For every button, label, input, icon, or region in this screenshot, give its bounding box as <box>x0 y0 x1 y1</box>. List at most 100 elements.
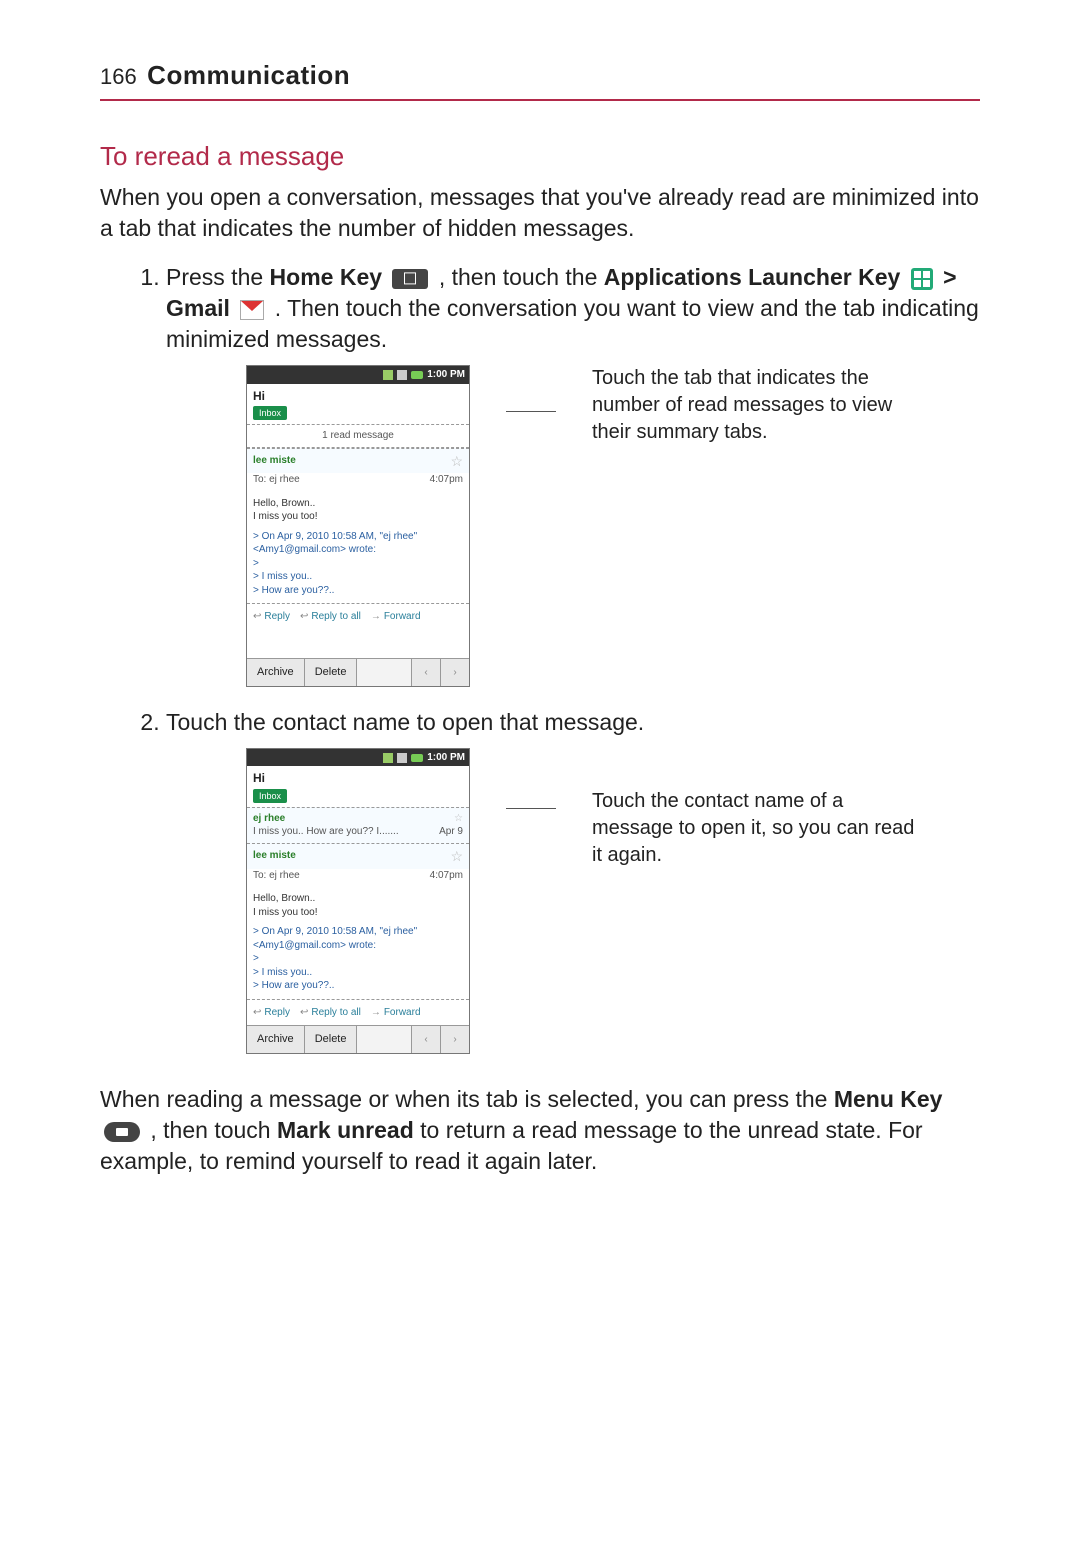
reply-all-icon: ↩ <box>300 610 308 624</box>
reply-all-button[interactable]: ↩Reply to all <box>300 610 361 624</box>
home-key-label: Home Key <box>270 264 382 290</box>
to-line: To: ej rhee 4:07pm <box>247 869 469 887</box>
signal-icon <box>397 370 407 380</box>
msg-time: 4:07pm <box>430 473 463 487</box>
step1-text-c: . Then touch the conversation you want t… <box>166 295 979 352</box>
quote-l2: > How are you??.. <box>253 979 463 993</box>
bottom-bar: Archive Delete ‹ › <box>247 1025 469 1053</box>
quote-l1: > I miss you.. <box>253 966 463 980</box>
prev-button[interactable]: ‹ <box>411 1026 440 1053</box>
quote-l1: > I miss you.. <box>253 570 463 584</box>
reply-icon: ↩ <box>253 610 261 624</box>
contact-preview: I miss you.. How are you?? I....... <box>253 825 399 839</box>
reply-button[interactable]: ↩Reply <box>253 1006 290 1020</box>
signal-icon <box>397 753 407 763</box>
to-label: To: ej rhee <box>253 473 300 487</box>
reply-all-icon: ↩ <box>300 1006 308 1020</box>
quote-intro: > On Apr 9, 2010 10:58 AM, "ej rhee" <Am… <box>253 925 463 952</box>
quoted-block: > On Apr 9, 2010 10:58 AM, "ej rhee" <Am… <box>253 925 463 993</box>
star-icon[interactable]: ☆ <box>450 847 463 866</box>
phone-screenshot-2: 1:00 PM Hi Inbox ej rhee ☆ I miss you.. … <box>246 748 470 1054</box>
body-line-1: Hello, Brown.. <box>253 892 463 906</box>
contact-row[interactable]: ej rhee ☆ I miss you.. How are you?? I..… <box>247 807 469 843</box>
sender-name: lee miste <box>253 454 296 468</box>
step1-text-b: , then touch the <box>439 264 604 290</box>
section-title: To reread a message <box>100 141 980 172</box>
mark-unread-label: Mark unread <box>277 1117 414 1143</box>
thread-title: Hi <box>247 766 469 788</box>
body-line-2: I miss you too! <box>253 510 463 524</box>
gt-sep: > <box>943 264 956 290</box>
inbox-label: Inbox <box>253 406 287 420</box>
status-icon <box>383 753 393 763</box>
contact-name: ej rhee <box>253 812 285 826</box>
status-time: 1:00 PM <box>427 368 465 382</box>
callout-2: Touch the contact name of a message to o… <box>592 788 922 869</box>
bottom-bar: Archive Delete ‹ › <box>247 658 469 686</box>
forward-button[interactable]: →Forward <box>371 1006 421 1020</box>
body-line-2: I miss you too! <box>253 906 463 920</box>
closing-a: When reading a message or when its tab i… <box>100 1086 834 1112</box>
reply-all-button[interactable]: ↩Reply to all <box>300 1006 361 1020</box>
forward-button[interactable]: →Forward <box>371 610 421 624</box>
read-messages-tab[interactable]: 1 read message <box>247 424 469 448</box>
figure-1: 1:00 PM Hi Inbox 1 read message lee mist… <box>246 365 980 687</box>
phone-screenshot-1: 1:00 PM Hi Inbox 1 read message lee mist… <box>246 365 470 687</box>
callout-leader-2 <box>506 808 556 809</box>
status-bar: 1:00 PM <box>247 366 469 384</box>
reply-bar: ↩Reply ↩Reply to all →Forward <box>247 999 469 1026</box>
message-header[interactable]: lee miste ☆ <box>247 843 469 869</box>
step1-text-a: Press the <box>166 264 270 290</box>
prev-button[interactable]: ‹ <box>411 659 440 686</box>
quoted-block: > On Apr 9, 2010 10:58 AM, "ej rhee" <Am… <box>253 530 463 598</box>
archive-button[interactable]: Archive <box>247 659 305 686</box>
chapter-title: Communication <box>147 60 350 90</box>
menu-key-icon <box>104 1122 140 1142</box>
reply-bar: ↩Reply ↩Reply to all →Forward <box>247 603 469 630</box>
msg-time: 4:07pm <box>430 869 463 883</box>
next-button[interactable]: › <box>440 659 469 686</box>
sender-name: lee miste <box>253 849 296 863</box>
to-label: To: ej rhee <box>253 869 300 883</box>
callout-1: Touch the tab that indicates the number … <box>592 365 922 446</box>
steps-list: Press the Home Key , then touch the Appl… <box>100 262 980 1054</box>
reply-button[interactable]: ↩Reply <box>253 610 290 624</box>
apps-launcher-label: Applications Launcher Key <box>604 264 901 290</box>
delete-button[interactable]: Delete <box>305 1026 358 1053</box>
bottom-spacer <box>357 659 411 686</box>
forward-icon: → <box>371 1006 381 1020</box>
battery-icon <box>411 371 423 379</box>
apps-launcher-icon <box>911 268 933 290</box>
thread-title: Hi <box>247 384 469 406</box>
page-header: 166 Communication <box>100 60 980 101</box>
message-body: Hello, Brown.. I miss you too! > On Apr … <box>247 886 469 999</box>
callout-leader-1 <box>506 411 556 412</box>
battery-icon <box>411 754 423 762</box>
message-body: Hello, Brown.. I miss you too! > On Apr … <box>247 491 469 604</box>
forward-icon: → <box>371 610 381 624</box>
page-number: 166 <box>100 64 137 89</box>
delete-button[interactable]: Delete <box>305 659 358 686</box>
star-icon[interactable]: ☆ <box>454 812 463 826</box>
next-button[interactable]: › <box>440 1026 469 1053</box>
closing-b: , then touch <box>150 1117 277 1143</box>
status-bar: 1:00 PM <box>247 749 469 767</box>
intro-paragraph: When you open a conversation, messages t… <box>100 182 980 244</box>
status-time: 1:00 PM <box>427 751 465 765</box>
figure-2: 1:00 PM Hi Inbox ej rhee ☆ I miss you.. … <box>246 748 980 1054</box>
star-icon[interactable]: ☆ <box>450 452 463 471</box>
step-1: Press the Home Key , then touch the Appl… <box>166 262 980 687</box>
manual-page: 166 Communication To reread a message Wh… <box>0 0 1080 1552</box>
closing-paragraph: When reading a message or when its tab i… <box>100 1084 980 1177</box>
inbox-label: Inbox <box>253 789 287 803</box>
gmail-label: Gmail <box>166 295 230 321</box>
message-header[interactable]: lee miste ☆ <box>247 448 469 474</box>
contact-date: Apr 9 <box>439 825 463 839</box>
menu-key-label: Menu Key <box>834 1086 943 1112</box>
archive-button[interactable]: Archive <box>247 1026 305 1053</box>
reply-icon: ↩ <box>253 1006 261 1020</box>
step2-text: Touch the contact name to open that mess… <box>166 709 644 735</box>
quote-intro: > On Apr 9, 2010 10:58 AM, "ej rhee" <Am… <box>253 530 463 557</box>
gmail-icon <box>240 300 264 320</box>
bottom-spacer <box>357 1026 411 1053</box>
